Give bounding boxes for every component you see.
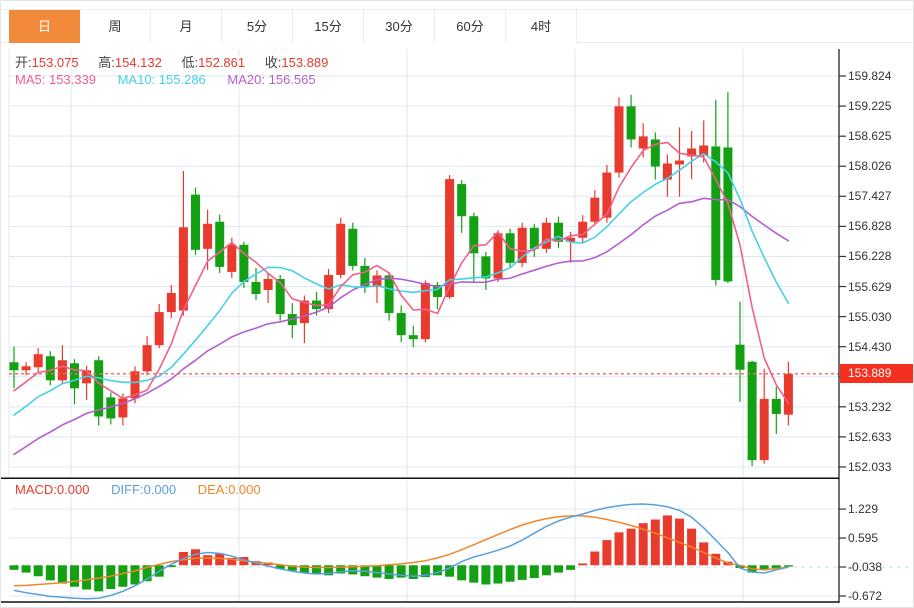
low-value: 152.861 <box>198 55 245 70</box>
price-axis-label: 159.824 <box>848 68 912 84</box>
tab-30min[interactable]: 30分 <box>364 10 435 43</box>
macd-canvas <box>1 479 914 603</box>
price-axis-label: 159.225 <box>848 98 912 114</box>
tab-5min[interactable]: 5分 <box>222 10 293 43</box>
macd-chart[interactable] <box>1 479 914 603</box>
ma5-readout: MA5: 153.339 <box>15 72 96 87</box>
price-axis-label: 155.629 <box>848 279 912 295</box>
price-axis-label: 153.232 <box>848 399 912 415</box>
low-label: 低: <box>182 55 199 70</box>
timeframe-tabs: 日 周 月 5分 15分 30分 60分 4时 <box>1 9 914 43</box>
macd-value-readout: MACD:0.000 <box>15 482 89 497</box>
close-value: 153.889 <box>281 55 328 70</box>
current-price-badge: 153.889 <box>840 364 913 383</box>
macd-readout: MACD:0.000 DIFF:0.000 DEA:0.000 <box>15 482 279 497</box>
ma10-readout: MA10: 155.286 <box>118 72 206 87</box>
price-axis-label: 154.430 <box>848 339 912 355</box>
candlestick-canvas <box>1 43 914 479</box>
tab-week[interactable]: 周 <box>80 10 151 43</box>
price-axis-label: 156.828 <box>848 218 912 234</box>
tab-60min[interactable]: 60分 <box>435 10 506 43</box>
candlestick-chart[interactable] <box>1 43 914 479</box>
ma-readout: MA5: 153.339 MA10: 155.286 MA20: 156.565 <box>15 72 334 87</box>
tab-day[interactable]: 日 <box>9 10 80 43</box>
open-value: 153.075 <box>32 55 79 70</box>
high-label: 高: <box>98 55 115 70</box>
ohlc-readout: 开:153.075 高:154.132 低:152.861 收:153.889 <box>15 52 344 71</box>
tab-month[interactable]: 月 <box>151 10 222 43</box>
price-axis-label: 152.033 <box>848 459 912 475</box>
price-axis-label: 155.030 <box>848 309 912 325</box>
price-axis-label: 158.026 <box>848 158 912 174</box>
tab-4hour[interactable]: 4时 <box>506 10 577 43</box>
dea-value-readout: DEA:0.000 <box>198 482 261 497</box>
macd-axis-label: 0.595 <box>848 530 912 546</box>
close-label: 收: <box>265 55 282 70</box>
macd-axis-label: -0.672 <box>848 588 912 604</box>
price-axis-label: 158.625 <box>848 128 912 144</box>
high-value: 154.132 <box>115 55 162 70</box>
trading-chart-window: 日 周 月 5分 15分 30分 60分 4时 开:153.075 高:154.… <box>0 0 914 608</box>
price-axis-label: 157.427 <box>848 188 912 204</box>
price-axis-label: 152.633 <box>848 429 912 445</box>
macd-axis-label: 1.229 <box>848 501 912 517</box>
macd-axis-label: -0.038 <box>848 559 912 575</box>
ma20-readout: MA20: 156.565 <box>227 72 315 87</box>
open-label: 开: <box>15 55 32 70</box>
diff-value-readout: DIFF:0.000 <box>111 482 176 497</box>
price-axis-label: 156.228 <box>848 248 912 264</box>
tab-15min[interactable]: 15分 <box>293 10 364 43</box>
